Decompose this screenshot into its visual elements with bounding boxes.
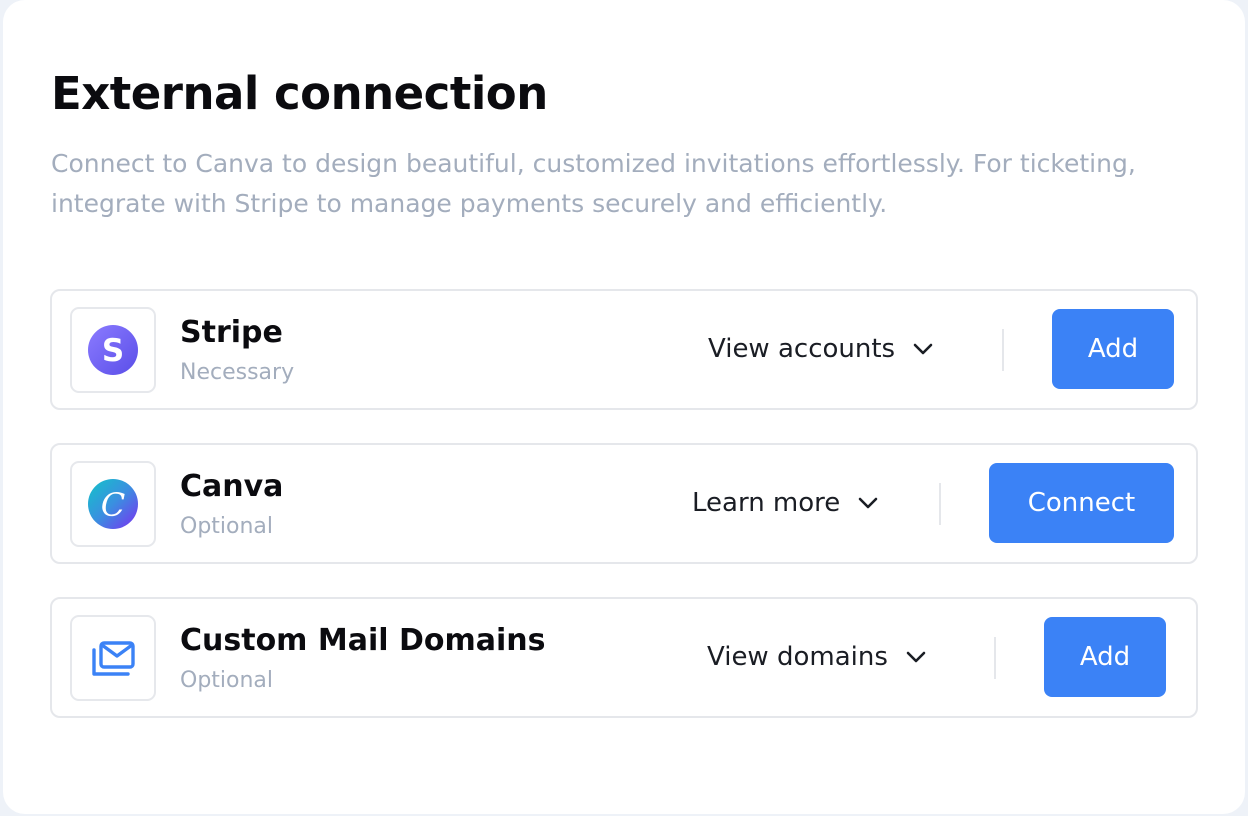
learn-more-dropdown[interactable]: Learn more — [692, 483, 878, 523]
add-mail-domain-button[interactable]: Add — [1044, 617, 1166, 697]
external-connection-card: External connection Connect to Canva to … — [3, 0, 1245, 814]
chevron-down-icon — [858, 497, 878, 509]
connection-status: Necessary — [180, 360, 295, 385]
dropdown-label: View accounts — [708, 334, 896, 364]
connection-row-stripe: S Stripe Necessary View accounts Add — [50, 289, 1198, 410]
page-description: Connect to Canva to design beautiful, cu… — [51, 149, 1136, 218]
connection-status: Optional — [180, 514, 274, 539]
view-domains-dropdown[interactable]: View domains — [707, 637, 926, 677]
connection-row-canva: C Canva Optional Learn more Connect — [50, 443, 1198, 564]
mail-domains-icon — [70, 615, 156, 701]
connection-row-mail-domains: Custom Mail Domains Optional View domain… — [50, 597, 1198, 718]
connection-name: Canva — [180, 469, 284, 504]
divider — [1002, 329, 1004, 371]
dropdown-label: View domains — [707, 642, 888, 672]
connection-name: Stripe — [180, 315, 283, 350]
connect-canva-button[interactable]: Connect — [989, 463, 1174, 543]
page-title: External connection — [51, 67, 548, 120]
divider — [994, 637, 996, 679]
dropdown-label: Learn more — [692, 488, 841, 518]
stripe-logo-icon: S — [70, 307, 156, 393]
divider — [939, 483, 941, 525]
connection-name: Custom Mail Domains — [180, 623, 546, 658]
chevron-down-icon — [906, 651, 926, 663]
connection-status: Optional — [180, 668, 274, 693]
svg-text:C: C — [101, 486, 125, 524]
add-stripe-button[interactable]: Add — [1052, 309, 1174, 389]
view-accounts-dropdown[interactable]: View accounts — [708, 329, 933, 369]
chevron-down-icon — [913, 343, 933, 355]
svg-text:S: S — [102, 333, 124, 369]
canva-logo-icon: C — [70, 461, 156, 547]
